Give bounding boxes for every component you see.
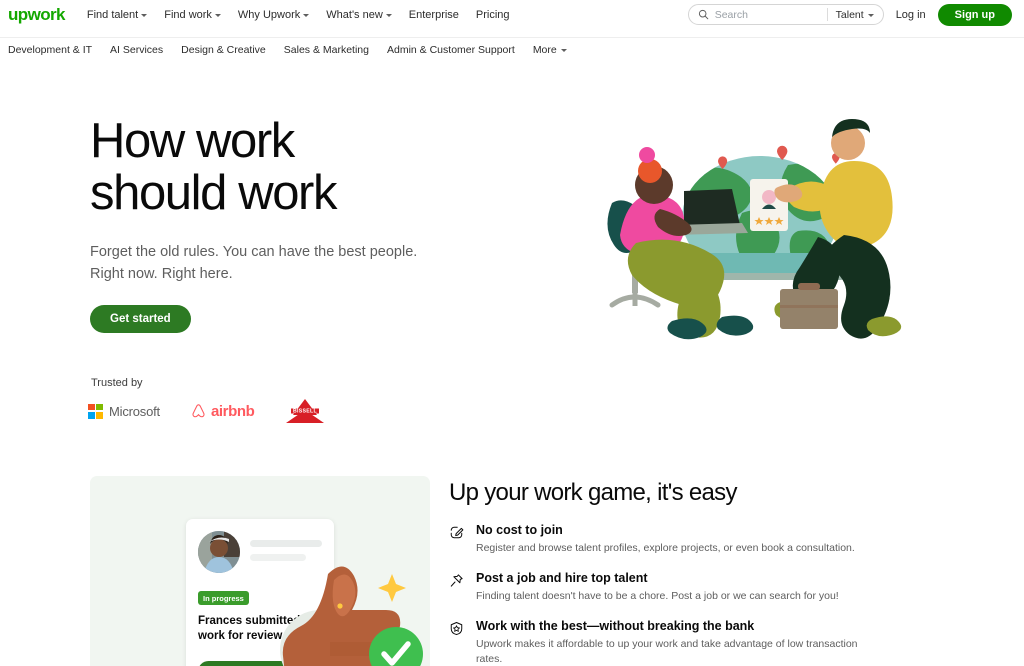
search-icon: [698, 9, 709, 20]
main-nav: Find talent Find work Why Upwork What's …: [87, 9, 510, 21]
airbnb-logo: airbnb: [190, 402, 255, 420]
bissell-logo: BISSELL: [284, 398, 326, 424]
nav-item-why-upwork[interactable]: Why Upwork: [237, 8, 310, 21]
feature-item: Post a job and hire top talent Finding t…: [449, 571, 869, 603]
category-ai-services[interactable]: AI Services: [110, 44, 163, 56]
hero-illustration: [592, 113, 912, 346]
nav-item-pricing[interactable]: Pricing: [476, 9, 510, 21]
search-bar[interactable]: Search Talent: [687, 4, 884, 25]
hero-copy: How work should work Forget the old rule…: [90, 114, 560, 334]
feature-title: Work with the best—without breaking the …: [476, 619, 755, 634]
microsoft-squares-icon: [88, 403, 103, 419]
trusted-by-logos: Microsoft airbnb BISSELL: [88, 398, 326, 424]
upwork-logo[interactable]: upwork: [8, 6, 65, 23]
nav-label: Find talent: [86, 8, 139, 21]
category-development-it[interactable]: Development & IT: [8, 44, 92, 56]
showcase-panel: In progress Frances submitted work for r…: [90, 476, 430, 666]
chevron-down-icon: [385, 13, 392, 17]
feature-description: Finding talent doesn't have to be a chor…: [476, 590, 839, 603]
chevron-down-icon: [560, 48, 567, 52]
hero-subtitle: Forget the old rules. You can have the b…: [90, 243, 418, 282]
microsoft-logo: Microsoft: [88, 403, 160, 419]
sign-up-button[interactable]: Sign up: [937, 3, 1012, 26]
feature-text: No cost to join Register and browse tale…: [476, 523, 855, 555]
header-actions: Search Talent Log in Sign up: [687, 3, 1012, 26]
nav-item-find-work[interactable]: Find work: [164, 9, 221, 21]
category-more[interactable]: More: [533, 44, 567, 56]
feature-description: Upwork makes it affordable to up your wo…: [476, 638, 858, 665]
feature-description: Register and browse talent profiles, exp…: [476, 542, 855, 554]
search-divider: [826, 8, 828, 21]
edit-square-icon: [449, 523, 465, 555]
trusted-by-label: Trusted by: [91, 377, 143, 389]
chevron-down-icon: [303, 13, 310, 17]
bissell-triangle-icon: BISSELL: [286, 399, 325, 423]
category-design-creative[interactable]: Design & Creative: [181, 44, 266, 56]
svg-text:BISSELL: BISSELL: [293, 409, 318, 415]
search-input[interactable]: Search: [715, 9, 827, 21]
search-scope-label: Talent: [835, 8, 864, 21]
hero-section: How work should work Forget the old rule…: [0, 61, 1024, 423]
airbnb-wordmark: airbnb: [210, 402, 255, 420]
feature-text: Post a job and hire top talent Finding t…: [476, 571, 839, 603]
category-sales-marketing[interactable]: Sales & Marketing: [284, 44, 369, 56]
shield-star-icon: [449, 619, 465, 665]
get-started-button[interactable]: Get started: [90, 305, 191, 334]
nav-item-whats-new[interactable]: What's new: [326, 9, 392, 21]
category-more-label: More: [532, 43, 557, 56]
features-block: Up your work game, it's easy No cost to …: [449, 479, 869, 666]
nav-label: What's new: [326, 8, 383, 21]
thumbs-up-illustration: [280, 566, 423, 666]
nav-label: Find work: [164, 8, 212, 21]
feature-text: Work with the best—without breaking the …: [476, 619, 869, 665]
chevron-down-icon: [141, 13, 148, 17]
feature-item: No cost to join Register and browse tale…: [449, 523, 869, 555]
top-header: upwork Find talent Find work Why Upwork …: [0, 0, 1024, 29]
nav-item-enterprise[interactable]: Enterprise: [409, 9, 459, 21]
features-heading: Up your work game, it's easy: [449, 479, 737, 506]
avatar: [198, 531, 240, 573]
chevron-down-icon: [867, 13, 874, 17]
category-nav: Development & IT AI Services Design & Cr…: [0, 37, 1024, 61]
feature-title: Post a job and hire top talent: [476, 571, 648, 586]
search-scope-dropdown[interactable]: Talent: [836, 9, 874, 21]
airbnb-belo-icon: [192, 403, 205, 417]
microsoft-wordmark: Microsoft: [109, 403, 160, 419]
feature-item: Work with the best—without breaking the …: [449, 619, 869, 665]
log-in-link[interactable]: Log in: [896, 9, 926, 21]
page-title: How work should work: [90, 114, 337, 220]
nav-label: Why Upwork: [237, 8, 301, 21]
chevron-down-icon: [214, 13, 221, 17]
nav-item-find-talent[interactable]: Find talent: [86, 8, 148, 21]
feature-title: No cost to join: [476, 523, 563, 537]
status-badge: In progress: [198, 591, 249, 605]
category-admin-customer-support[interactable]: Admin & Customer Support: [387, 44, 515, 56]
pushpin-icon: [449, 571, 465, 603]
